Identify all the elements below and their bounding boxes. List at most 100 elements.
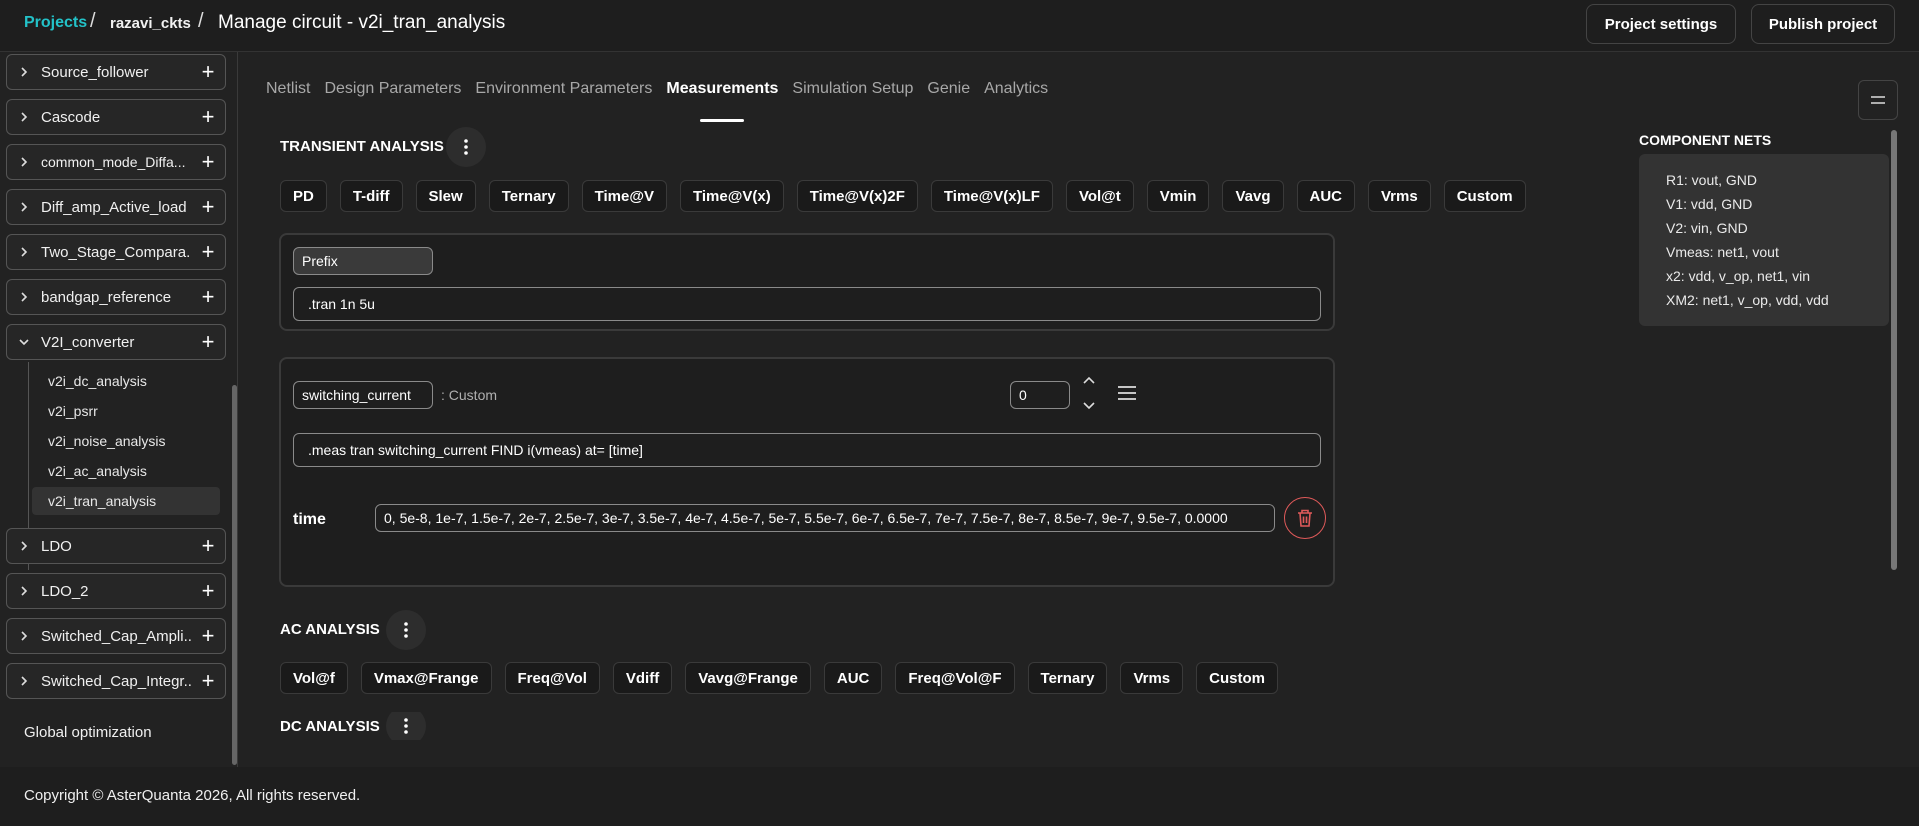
chip-slew[interactable]: Slew (415, 180, 476, 212)
chip-vmax-at-frange[interactable]: Vmax@Frange (360, 662, 492, 694)
chip-custom[interactable]: Custom (1196, 662, 1278, 694)
chip-time-at-v[interactable]: Time@V (581, 180, 667, 212)
chip-vrms[interactable]: Vrms (1368, 180, 1431, 212)
panel-toggle-button[interactable] (1858, 80, 1898, 120)
add-icon[interactable]: + (191, 55, 225, 89)
sidebar-item-common-mode-diffamp[interactable]: common_mode_Diffa... + (6, 144, 226, 180)
chip-vmin[interactable]: Vmin (1146, 180, 1210, 212)
net-item: V2: vin, GND (1666, 220, 1748, 236)
chip-vavg-at-frange[interactable]: Vavg@Frange (685, 662, 811, 694)
add-icon[interactable]: + (191, 190, 225, 224)
breadcrumb-project-link[interactable]: razavi_ckts (110, 15, 191, 32)
chip-t-diff[interactable]: T-diff (339, 180, 403, 212)
transient-options-button[interactable] (446, 127, 486, 167)
sidebar-scrollbar[interactable] (232, 385, 237, 765)
add-icon[interactable]: + (191, 619, 225, 653)
chip-vavg[interactable]: Vavg (1222, 180, 1284, 212)
delete-measure-button[interactable] (1284, 497, 1326, 539)
tab-genie[interactable]: Genie (927, 80, 970, 98)
chip-freq-at-vol-at-f[interactable]: Freq@Vol@F (895, 662, 1015, 694)
tab-environment-parameters[interactable]: Environment Parameters (475, 80, 652, 98)
time-values-input[interactable]: 0, 5e-8, 1e-7, 1.5e-7, 2e-7, 2.5e-7, 3e-… (375, 504, 1275, 532)
chevron-right-icon[interactable] (7, 156, 41, 168)
add-icon[interactable]: + (191, 529, 225, 563)
measurement-card: switching_current : Custom 0 .meas tran … (279, 357, 1335, 587)
chip-ternary[interactable]: Ternary (488, 180, 569, 212)
chip-auc[interactable]: AUC (823, 662, 883, 694)
chip-freq-at-vol[interactable]: Freq@Vol (504, 662, 600, 694)
add-icon[interactable]: + (191, 664, 225, 698)
sidebar-child-v2i-noise-analysis[interactable]: v2i_noise_analysis (32, 427, 220, 455)
sidebar-item-two-stage-comparator[interactable]: Two_Stage_Compara... + (6, 234, 226, 270)
sidebar-child-v2i-dc-analysis[interactable]: v2i_dc_analysis (32, 367, 220, 395)
chip-auc[interactable]: AUC (1296, 180, 1355, 212)
chip-time-at-vx[interactable]: Time@V(x) (679, 180, 784, 212)
add-icon[interactable]: + (191, 100, 225, 134)
chip-pd[interactable]: PD (280, 180, 327, 212)
chip-custom[interactable]: Custom (1443, 180, 1526, 212)
sidebar-item-bandgap-reference[interactable]: bandgap_reference + (6, 279, 226, 315)
project-settings-button[interactable]: Project settings (1586, 4, 1736, 44)
sidebar-item-ldo[interactable]: LDO + (6, 528, 226, 564)
prefix-label-field[interactable]: Prefix (293, 247, 433, 275)
tab-netlist[interactable]: Netlist (266, 80, 310, 98)
sidebar-item-v2i-converter[interactable]: V2I_converter + (6, 324, 226, 360)
chip-vol-at-f[interactable]: Vol@f (280, 662, 348, 694)
sidebar-child-v2i-tran-analysis[interactable]: v2i_tran_analysis (32, 487, 220, 515)
tab-design-parameters[interactable]: Design Parameters (324, 80, 461, 98)
drag-menu-icon[interactable] (1117, 385, 1137, 406)
kebab-icon (404, 622, 408, 638)
chip-vdiff[interactable]: Vdiff (612, 662, 673, 694)
add-icon[interactable]: + (191, 235, 225, 269)
chevron-right-icon[interactable] (7, 291, 41, 303)
tab-simulation-setup[interactable]: Simulation Setup (792, 80, 913, 98)
tab-measurements[interactable]: Measurements (666, 80, 778, 122)
sidebar-item-label: Switched_Cap_Ampli... (41, 627, 191, 645)
prefix-command-input[interactable]: .tran 1n 5u (293, 287, 1321, 321)
global-optimization-link[interactable]: Global optimization (24, 724, 152, 741)
dc-options-button[interactable] (386, 712, 426, 740)
chevron-right-icon[interactable] (7, 66, 41, 78)
publish-project-button[interactable]: Publish project (1751, 4, 1895, 44)
chevron-right-icon[interactable] (7, 246, 41, 258)
chevron-right-icon[interactable] (7, 585, 41, 597)
chevron-right-icon[interactable] (7, 675, 41, 687)
add-icon[interactable]: + (191, 280, 225, 314)
chevron-right-icon[interactable] (7, 111, 41, 123)
chevron-right-icon[interactable] (7, 630, 41, 642)
add-icon[interactable]: + (191, 325, 225, 359)
sidebar-item-source-follower[interactable]: Source_follower + (6, 54, 226, 90)
order-input[interactable]: 0 (1010, 381, 1070, 409)
sidebar-item-diff-amp-active-load[interactable]: Diff_amp_Active_load + (6, 189, 226, 225)
measure-expression-input[interactable]: .meas tran switching_current FIND i(vmea… (293, 433, 1321, 467)
chevron-down-icon[interactable] (7, 336, 41, 348)
sidebar-item-label: Two_Stage_Compara... (41, 243, 191, 261)
chevron-up-icon[interactable] (1081, 373, 1097, 394)
sidebar-item-label: LDO_2 (41, 582, 89, 600)
trash-icon (1298, 509, 1312, 527)
sidebar-child-v2i-ac-analysis[interactable]: v2i_ac_analysis (32, 457, 220, 485)
breadcrumb-separator: / (90, 10, 96, 32)
add-icon[interactable]: + (191, 145, 225, 179)
dc-analysis-clip: DC ANALYSIS (240, 712, 1620, 740)
sidebar-item-switched-cap-integrator[interactable]: Switched_Cap_Integr... + (6, 663, 226, 699)
sidebar-item-ldo-2[interactable]: LDO_2 + (6, 573, 226, 609)
sidebar-item-cascode[interactable]: Cascode + (6, 99, 226, 135)
main-scrollbar[interactable] (1891, 130, 1897, 570)
ac-options-button[interactable] (386, 610, 426, 650)
chip-time-at-vx-2f[interactable]: Time@V(x)2F (796, 180, 918, 212)
chip-vol-at-t[interactable]: Vol@t (1065, 180, 1134, 212)
chip-ternary[interactable]: Ternary (1027, 662, 1108, 694)
sidebar-item-switched-cap-amplifier[interactable]: Switched_Cap_Ampli... + (6, 618, 226, 654)
measure-name-input[interactable]: switching_current (293, 381, 433, 409)
tab-analytics[interactable]: Analytics (984, 80, 1048, 98)
breadcrumb-projects-link[interactable]: Projects (24, 14, 87, 32)
sidebar-child-v2i-psrr[interactable]: v2i_psrr (32, 397, 220, 425)
chip-time-at-vx-lf[interactable]: Time@V(x)LF (930, 180, 1053, 212)
chevron-right-icon[interactable] (7, 540, 41, 552)
main-panel: Netlist Design Parameters Environment Pa… (240, 52, 1919, 767)
add-icon[interactable]: + (191, 574, 225, 608)
chip-vrms[interactable]: Vrms (1120, 662, 1184, 694)
chevron-right-icon[interactable] (7, 201, 41, 213)
chevron-down-icon[interactable] (1081, 397, 1097, 418)
